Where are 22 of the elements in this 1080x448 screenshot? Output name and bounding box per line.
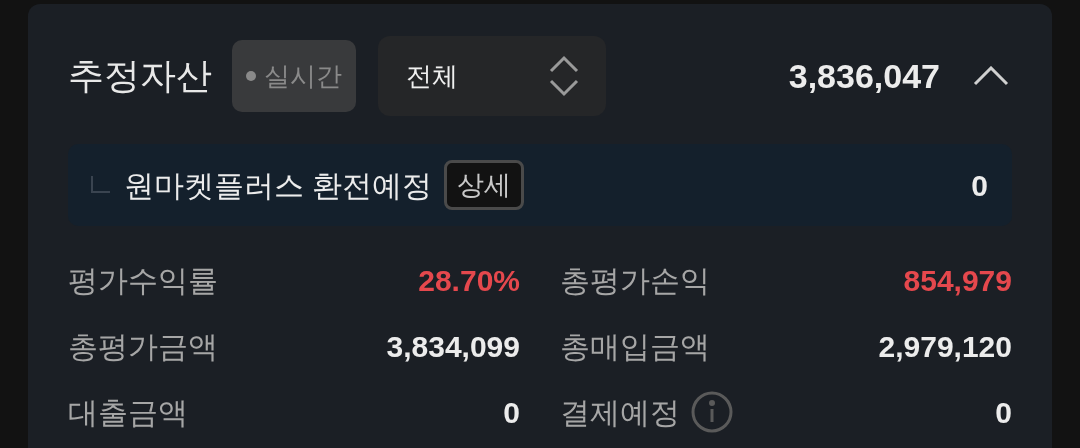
metric-label: 총평가금액 <box>68 328 218 365</box>
exchange-value: 0 <box>971 167 988 204</box>
metric-value: 3,834,099 <box>386 328 520 365</box>
metric-label: 평가수익률 <box>68 262 218 299</box>
metric-value: 2,979,120 <box>878 328 1012 365</box>
metric-value: 0 <box>995 394 1012 431</box>
metric-label: 총매입금액 <box>560 328 710 365</box>
updown-chevron-icon <box>548 54 580 98</box>
info-icon[interactable] <box>690 390 734 434</box>
metric-value: 28.70% <box>418 262 520 299</box>
total-value: 3,836,047 <box>788 55 940 97</box>
detail-button[interactable]: 상세 <box>444 160 525 210</box>
section-title: 추정자산 <box>68 54 212 98</box>
metric-label: 총평가손익 <box>560 262 710 299</box>
metric-label: 결제예정 <box>560 394 680 431</box>
live-badge: 실시간 <box>232 40 356 112</box>
exchange-label: 원마켓플러스 환전예정 <box>124 167 433 204</box>
metric-value: 0 <box>503 394 520 431</box>
filter-dropdown[interactable]: 전체 <box>378 36 606 116</box>
metric-label: 대출금액 <box>68 394 188 431</box>
branch-icon <box>90 176 110 194</box>
metric-value: 854,979 <box>903 262 1012 299</box>
